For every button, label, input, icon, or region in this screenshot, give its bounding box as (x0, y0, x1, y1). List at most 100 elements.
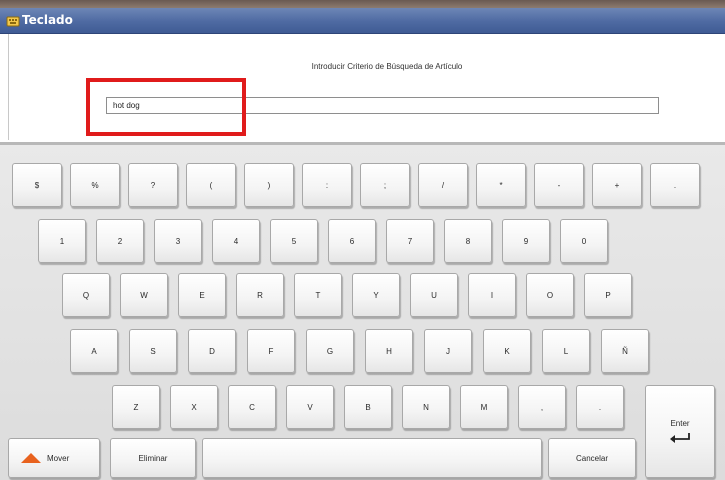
key-row5-5[interactable]: N (402, 385, 450, 429)
title-bar: Teclado (0, 8, 725, 34)
key-label: 5 (291, 236, 297, 246)
key-row5-8[interactable]: . (576, 385, 624, 429)
key-label: G (326, 346, 334, 356)
key-label: ? (150, 180, 156, 190)
key-row1-5[interactable]: : (302, 163, 352, 207)
key-row3-0[interactable]: Q (62, 273, 110, 317)
key-row1-4[interactable]: ) (244, 163, 294, 207)
mover-key[interactable]: Mover (8, 438, 100, 478)
key-row4-1[interactable]: S (129, 329, 177, 373)
key-row2-8[interactable]: 9 (502, 219, 550, 263)
background-strip (0, 0, 725, 8)
key-label: Ñ (622, 346, 628, 356)
key-row5-2[interactable]: C (228, 385, 276, 429)
arrow-up-icon (21, 453, 41, 463)
key-row2-4[interactable]: 5 (270, 219, 318, 263)
key-row1-9[interactable]: - (534, 163, 584, 207)
key-row2-7[interactable]: 8 (444, 219, 492, 263)
key-row2-6[interactable]: 7 (386, 219, 434, 263)
key-label: L (563, 346, 569, 356)
key-label: Q (82, 290, 90, 300)
key-label: $ (34, 180, 40, 190)
key-row4-8[interactable]: L (542, 329, 590, 373)
key-row4-6[interactable]: J (424, 329, 472, 373)
key-row2-2[interactable]: 3 (154, 219, 202, 263)
key-label: H (386, 346, 392, 356)
key-row1-0[interactable]: $ (12, 163, 62, 207)
search-input[interactable] (106, 97, 659, 114)
key-row3-7[interactable]: I (468, 273, 516, 317)
key-label: 2 (117, 236, 123, 246)
key-row2-9[interactable]: 0 (560, 219, 608, 263)
key-label: 4 (233, 236, 239, 246)
key-label: K (504, 346, 510, 356)
key-row4-2[interactable]: D (188, 329, 236, 373)
space-key[interactable] (202, 438, 542, 478)
key-row2-0[interactable]: 1 (38, 219, 86, 263)
cancelar-key[interactable]: Cancelar (548, 438, 636, 478)
key-label: N (423, 402, 429, 412)
key-row4-7[interactable]: K (483, 329, 531, 373)
key-row3-3[interactable]: R (236, 273, 284, 317)
key-row4-3[interactable]: F (247, 329, 295, 373)
key-label: A (91, 346, 97, 356)
key-row2-5[interactable]: 6 (328, 219, 376, 263)
key-label: S (150, 346, 156, 356)
key-label: M (480, 402, 488, 412)
key-row2-1[interactable]: 2 (96, 219, 144, 263)
key-label: 0 (581, 236, 587, 246)
key-label: V (307, 402, 313, 412)
key-row5-7[interactable]: , (518, 385, 566, 429)
key-row3-1[interactable]: W (120, 273, 168, 317)
key-label: 9 (523, 236, 529, 246)
key-label: : (325, 180, 329, 190)
key-label: D (209, 346, 215, 356)
key-label: 3 (175, 236, 181, 246)
key-row4-0[interactable]: A (70, 329, 118, 373)
key-row3-4[interactable]: T (294, 273, 342, 317)
key-label: . (673, 180, 677, 190)
key-row1-10[interactable]: + (592, 163, 642, 207)
enter-key[interactable]: Enter (645, 385, 715, 478)
key-label: Y (373, 290, 379, 300)
key-row3-2[interactable]: E (178, 273, 226, 317)
key-label: - (557, 180, 561, 190)
key-label: % (91, 180, 99, 190)
key-label: / (441, 180, 445, 190)
key-label: U (431, 290, 437, 300)
enter-label: Enter (670, 419, 690, 428)
key-row1-2[interactable]: ? (128, 163, 178, 207)
key-row1-6[interactable]: ; (360, 163, 410, 207)
key-row1-7[interactable]: / (418, 163, 468, 207)
key-row3-6[interactable]: U (410, 273, 458, 317)
key-row5-3[interactable]: V (286, 385, 334, 429)
key-label: + (614, 180, 620, 190)
key-label: 7 (407, 236, 413, 246)
key-label: P (605, 290, 611, 300)
key-label: ; (383, 180, 387, 190)
key-label: J (446, 346, 450, 356)
eliminar-key[interactable]: Eliminar (110, 438, 196, 478)
key-label: F (268, 346, 274, 356)
key-row1-11[interactable]: . (650, 163, 700, 207)
keyboard-window: Teclado Introducir Criterio de Búsqueda … (0, 0, 725, 480)
key-row5-0[interactable]: Z (112, 385, 160, 429)
key-row3-9[interactable]: P (584, 273, 632, 317)
key-row2-3[interactable]: 4 (212, 219, 260, 263)
key-row4-5[interactable]: H (365, 329, 413, 373)
key-row3-5[interactable]: Y (352, 273, 400, 317)
key-row1-8[interactable]: * (476, 163, 526, 207)
key-row3-8[interactable]: O (526, 273, 574, 317)
window-title: Teclado (22, 13, 73, 27)
key-row1-3[interactable]: ( (186, 163, 236, 207)
key-row5-6[interactable]: M (460, 385, 508, 429)
key-row5-4[interactable]: B (344, 385, 392, 429)
key-row1-1[interactable]: % (70, 163, 120, 207)
key-row4-9[interactable]: Ñ (601, 329, 649, 373)
key-label: 6 (349, 236, 355, 246)
mover-label: Mover (47, 453, 70, 463)
key-row4-4[interactable]: G (306, 329, 354, 373)
key-label: * (499, 180, 503, 190)
search-panel: Introducir Criterio de Búsqueda de Artíc… (8, 34, 725, 140)
key-row5-1[interactable]: X (170, 385, 218, 429)
